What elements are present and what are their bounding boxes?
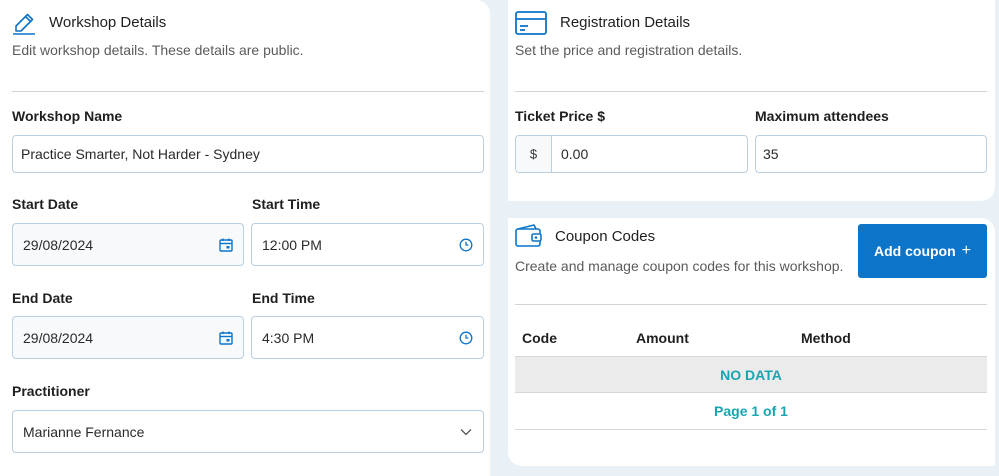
- end-date-label: End Date: [12, 290, 73, 306]
- start-date-value: 29/08/2024: [23, 236, 94, 253]
- workshop-name-input[interactable]: Practice Smarter, Not Harder - Sydney: [12, 135, 484, 173]
- registration-details-title: Registration Details: [560, 14, 691, 31]
- end-date-value: 29/08/2024: [23, 329, 94, 346]
- max-attendees-label: Maximum attendees: [755, 108, 889, 124]
- calendar-icon[interactable]: [219, 331, 233, 345]
- wallet-icon: [515, 224, 542, 247]
- section-divider: [515, 91, 987, 92]
- max-attendees-input[interactable]: 35: [755, 135, 987, 173]
- registration-details-subtitle: Set the price and registration details.: [515, 42, 743, 58]
- workshop-details-subtitle: Edit workshop details. These details are…: [12, 42, 304, 58]
- ticket-price-value: 0.00: [561, 146, 589, 162]
- workshop-details-card: Workshop Details Edit workshop details. …: [0, 0, 490, 476]
- add-coupon-label: Add coupon: [874, 243, 956, 259]
- start-date-input[interactable]: 29/08/2024: [12, 223, 244, 266]
- column-header-method[interactable]: Method: [801, 330, 851, 346]
- section-divider: [515, 304, 987, 305]
- coupon-codes-title: Coupon Codes: [555, 228, 656, 245]
- credit-card-icon: [515, 11, 547, 35]
- pagination: Page 1 of 1: [515, 393, 987, 430]
- pencil-icon: [13, 13, 35, 35]
- end-date-input[interactable]: 29/08/2024: [12, 316, 244, 359]
- workshop-details-title: Workshop Details: [49, 14, 167, 31]
- section-divider: [12, 91, 484, 92]
- end-time-input[interactable]: 4:30 PM: [251, 316, 484, 359]
- column-header-amount[interactable]: Amount: [636, 330, 689, 346]
- plus-icon: +: [961, 242, 971, 259]
- column-header-code[interactable]: Code: [522, 330, 557, 346]
- currency-prefix: $: [516, 136, 552, 172]
- clock-icon[interactable]: [459, 238, 473, 252]
- empty-table-row: NO DATA: [515, 356, 987, 393]
- no-data-text: NO DATA: [720, 366, 782, 383]
- start-time-label: Start Time: [252, 196, 321, 212]
- start-time-input[interactable]: 12:00 PM: [251, 223, 484, 266]
- max-attendees-value: 35: [763, 146, 779, 162]
- end-time-value: 4:30 PM: [262, 329, 315, 346]
- practitioner-value: Marianne Fernance: [23, 423, 145, 440]
- workshop-name-value: Practice Smarter, Not Harder - Sydney: [21, 146, 260, 162]
- add-coupon-button[interactable]: Add coupon +: [858, 224, 987, 278]
- calendar-icon[interactable]: [219, 238, 233, 252]
- clock-icon[interactable]: [459, 331, 473, 345]
- pagination-text: Page 1 of 1: [714, 403, 788, 419]
- workshop-name-label: Workshop Name: [12, 108, 123, 124]
- end-time-label: End Time: [252, 290, 315, 306]
- ticket-price-input[interactable]: $ 0.00: [515, 135, 748, 173]
- chevron-down-icon: [460, 428, 472, 435]
- registration-details-card: Registration Details Set the price and r…: [508, 0, 995, 201]
- start-date-label: Start Date: [12, 196, 79, 212]
- ticket-price-label: Ticket Price $: [515, 108, 606, 124]
- practitioner-label: Practitioner: [12, 383, 90, 399]
- coupon-codes-subtitle: Create and manage coupon codes for this …: [515, 258, 844, 274]
- coupon-codes-card: Coupon Codes Create and manage coupon co…: [508, 218, 995, 466]
- practitioner-select[interactable]: Marianne Fernance: [12, 410, 484, 453]
- start-time-value: 12:00 PM: [262, 236, 322, 253]
